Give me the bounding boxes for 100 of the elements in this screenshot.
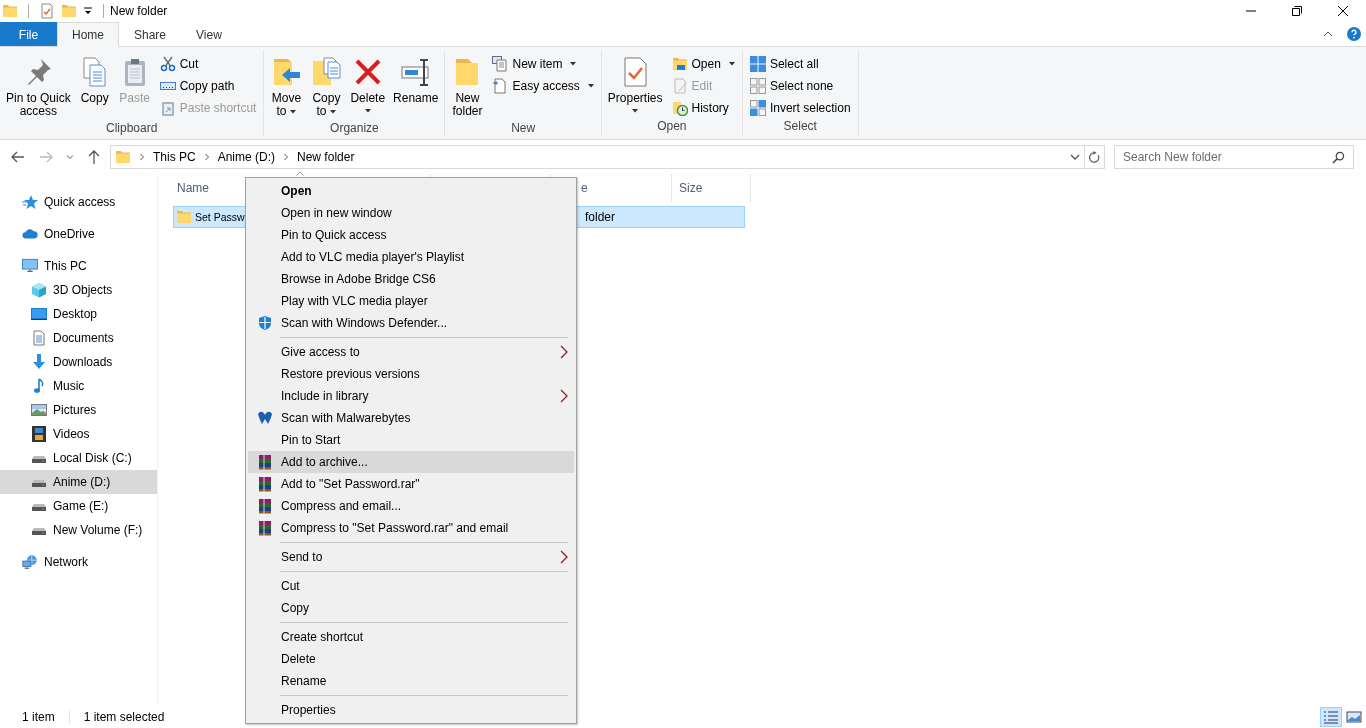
grid-icon <box>749 100 766 116</box>
chevron-icon[interactable] <box>1323 29 1333 39</box>
picture-icon <box>31 402 47 418</box>
nav-item[interactable]: This PC <box>0 254 157 278</box>
menu-item[interactable]: Restore previous versions <box>248 363 574 385</box>
file-tab[interactable]: File <box>0 22 57 46</box>
ribbon-button[interactable]: New folder <box>449 53 486 121</box>
nav-item[interactable]: Downloads <box>0 350 157 374</box>
column-header[interactable]: Size <box>672 174 751 202</box>
search-field[interactable]: Search New folder <box>1114 145 1354 169</box>
up-icon[interactable] <box>86 149 102 165</box>
document-icon <box>492 78 509 94</box>
menu-item[interactable]: Add to archive... <box>248 451 574 473</box>
books-icon <box>256 476 273 492</box>
cube-icon <box>31 282 47 298</box>
ribbon-button[interactable]: Copy to <box>308 53 345 121</box>
download-icon <box>31 354 47 370</box>
breadcrumb[interactable]: This PC <box>153 150 196 164</box>
address-bar[interactable]: This PC Anime (D:) New folder <box>110 145 1085 169</box>
menu-item[interactable]: Copy <box>248 597 574 619</box>
ribbon-button[interactable]: Rename <box>391 53 441 108</box>
refresh-icon <box>1088 150 1101 164</box>
ribbon-button[interactable]: Invert selection <box>746 97 854 119</box>
nav-item[interactable]: Local Disk (C:) <box>0 446 157 470</box>
ribbon-button[interactable]: Copy path <box>156 75 260 97</box>
nav-item[interactable]: Anime (D:) <box>0 470 157 494</box>
menu-item[interactable]: Browse in Adobe Bridge CS6 <box>248 268 574 290</box>
ribbon-button[interactable]: Open <box>668 53 738 75</box>
nav-item[interactable]: Desktop <box>0 302 157 326</box>
help-icon[interactable] <box>1347 27 1361 41</box>
monitor-icon <box>22 258 38 274</box>
menu-item[interactable]: Send to <box>248 546 574 568</box>
window-title: New folder <box>110 4 168 18</box>
folder-pages-icon <box>310 56 343 88</box>
breadcrumb[interactable]: Anime (D:) <box>217 150 276 164</box>
menu-item[interactable]: Give access to <box>248 341 574 363</box>
ribbon-button[interactable]: Cut <box>156 53 260 75</box>
menu-item[interactable]: Scan with Windows Defender... <box>248 312 574 334</box>
menu-item[interactable]: Scan with Malwarebytes <box>248 407 574 429</box>
ribbon-button[interactable]: Easy access <box>489 75 597 97</box>
ribbon-button[interactable]: Properties <box>605 53 665 116</box>
file-type: folder <box>585 210 616 224</box>
nav-item[interactable]: Network <box>0 550 157 574</box>
chevron-icon[interactable] <box>1070 152 1080 162</box>
checked-document-icon[interactable] <box>39 3 55 19</box>
menu-item[interactable]: Play with VLC media player <box>248 290 574 312</box>
menu-item[interactable]: Compress to "Set Password.rar" and email <box>248 517 574 539</box>
ribbon-button[interactable]: Select all <box>746 53 854 75</box>
forward-icon[interactable] <box>38 149 54 165</box>
menu-item[interactable]: Properties <box>248 699 574 721</box>
group-label: Organize <box>329 121 380 136</box>
menu-item[interactable]: Add to VLC media player's Playlist <box>248 246 574 268</box>
ribbon-tab[interactable]: Share <box>119 22 182 46</box>
group-label: Select <box>782 119 818 135</box>
folder-icon[interactable] <box>2 3 18 19</box>
restore-icon <box>1292 6 1302 16</box>
back-icon[interactable] <box>10 149 26 165</box>
nav-item[interactable]: Videos <box>0 422 157 446</box>
film-icon <box>31 426 47 442</box>
nav-item[interactable]: New Volume (F:) <box>0 518 157 542</box>
ribbon-tab[interactable]: Home <box>57 22 119 47</box>
nav-item[interactable]: Game (E:) <box>0 494 157 518</box>
ribbon-button[interactable]: Pin to Quick access <box>4 53 73 121</box>
clipboard-icon <box>159 100 176 116</box>
caret-icon[interactable] <box>83 6 93 16</box>
document-icon <box>31 330 47 346</box>
ribbon-button[interactable]: New item <box>489 53 597 75</box>
menu-item[interactable]: Compress and email... <box>248 495 574 517</box>
status-text: 1 item selected <box>83 710 165 724</box>
ribbon-button[interactable]: Move to <box>268 53 305 121</box>
menu-item[interactable]: Include in library <box>248 385 574 407</box>
ribbon-button[interactable]: Select none <box>746 75 854 97</box>
menu-item[interactable]: Cut <box>248 575 574 597</box>
nav-item[interactable]: Quick access <box>0 190 157 214</box>
menu-item[interactable]: Pin to Start <box>248 429 574 451</box>
nav-item[interactable]: OneDrive <box>0 222 157 246</box>
ribbon-button[interactable]: Delete <box>348 53 388 116</box>
details-view-icon <box>1323 709 1339 725</box>
nav-item[interactable]: 3D Objects <box>0 278 157 302</box>
folder-icon <box>115 149 131 165</box>
grid-icon <box>749 56 766 72</box>
view-button[interactable] <box>1320 707 1342 727</box>
refresh-button[interactable] <box>1085 145 1105 169</box>
menu-item[interactable]: Pin to Quick access <box>248 224 574 246</box>
menu-item[interactable]: Create shortcut <box>248 626 574 648</box>
breadcrumb[interactable]: New folder <box>297 150 355 164</box>
menu-item[interactable]: Open in new window <box>248 202 574 224</box>
ribbon-tab[interactable]: View <box>181 22 237 46</box>
menu-item[interactable]: Add to "Set Password.rar" <box>248 473 574 495</box>
menu-item[interactable]: Rename <box>248 670 574 692</box>
folder-icon <box>176 209 192 225</box>
nav-item[interactable]: Music <box>0 374 157 398</box>
search-icon[interactable] <box>1332 151 1345 164</box>
books-icon <box>256 498 273 514</box>
nav-item[interactable]: Documents <box>0 326 157 350</box>
menu-item[interactable]: Delete <box>248 648 574 670</box>
ribbon-button[interactable]: Copy <box>76 53 113 108</box>
folder-icon[interactable] <box>61 3 77 19</box>
ribbon-button[interactable]: History <box>668 97 738 119</box>
nav-item[interactable]: Pictures <box>0 398 157 422</box>
